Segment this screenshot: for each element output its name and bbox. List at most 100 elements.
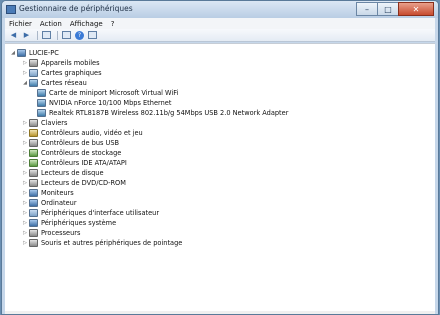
toolbar-separator	[37, 30, 38, 40]
expand-arrow-icon[interactable]: ▷	[21, 180, 29, 186]
tree-item[interactable]: ◢ Cartes réseau	[21, 78, 87, 88]
tree-item[interactable]: ▷ Contrôleurs audio, vidéo et jeu	[21, 128, 143, 138]
expand-arrow-icon[interactable]: ▷	[21, 210, 29, 216]
display-adapter-icon	[29, 69, 38, 77]
tree-item[interactable]: ▷ Périphériques d'interface utilisateur	[21, 208, 159, 218]
tree-item[interactable]: Realtek RTL8187B Wireless 802.11b/g 54Mb…	[37, 108, 288, 118]
scan-hardware-button[interactable]	[87, 30, 98, 40]
expand-arrow-icon[interactable]: ▷	[21, 140, 29, 146]
mouse-icon	[29, 239, 38, 247]
network-adapter-icon	[37, 109, 46, 117]
tree-item-label: Contrôleurs audio, vidéo et jeu	[41, 129, 143, 137]
expand-arrow-icon[interactable]: ▷	[21, 240, 29, 246]
mobile-device-icon	[29, 59, 38, 67]
expand-arrow-icon[interactable]: ▷	[21, 120, 29, 126]
tree-item[interactable]: ▷ Souris et autres périphériques de poin…	[21, 238, 182, 248]
tree-item-label: Appareils mobiles	[41, 59, 100, 67]
tree-root-label: LUCIE-PC	[29, 49, 59, 57]
expand-arrow-icon[interactable]: ▷	[21, 230, 29, 236]
tree-item-label: Cartes graphiques	[41, 69, 102, 77]
hid-icon	[29, 209, 38, 217]
expand-arrow-icon[interactable]: ▷	[21, 60, 29, 66]
tree-item-label: Claviers	[41, 119, 68, 127]
tree-item[interactable]: ▷ Appareils mobiles	[21, 58, 100, 68]
tree-item[interactable]: ▷ Ordinateur	[21, 198, 77, 208]
usb-icon	[29, 139, 38, 147]
tree-item[interactable]: ▷ Processeurs	[21, 228, 80, 238]
show-hide-tree-button[interactable]	[41, 30, 52, 40]
expand-arrow-icon[interactable]: ▷	[21, 150, 29, 156]
storage-icon	[29, 149, 38, 157]
help-button[interactable]: ?	[74, 30, 85, 40]
device-tree-pane[interactable]: ◢ LUCIE-PC ▷ Appareils mobiles ▷ Cartes …	[5, 43, 435, 314]
toolbar: ◀ ▶ ?	[5, 29, 435, 42]
expand-arrow-icon[interactable]: ▷	[21, 200, 29, 206]
close-button[interactable]: ✕	[398, 2, 434, 16]
tree-item[interactable]: ▷ Lecteurs de disque	[21, 168, 104, 178]
expand-arrow-icon[interactable]: ▷	[21, 190, 29, 196]
expand-arrow-icon[interactable]: ▷	[21, 220, 29, 226]
disk-drive-icon	[29, 169, 38, 177]
collapse-arrow-icon[interactable]: ◢	[9, 50, 17, 56]
tree-item[interactable]: ▷ Cartes graphiques	[21, 68, 102, 78]
horizontal-scrollbar[interactable]	[5, 311, 435, 314]
menu-fichier[interactable]: Fichier	[5, 20, 36, 28]
menu-affichage[interactable]: Affichage	[66, 20, 107, 28]
back-arrow-icon: ◀	[10, 31, 17, 39]
computer-icon	[29, 199, 38, 207]
device-manager-window: Gestionnaire de périphériques – □ ✕ Fich…	[1, 0, 439, 315]
menu-action[interactable]: Action	[36, 20, 66, 28]
tree-item[interactable]: ▷ Périphériques système	[21, 218, 116, 228]
tree-item-label: Périphériques système	[41, 219, 117, 227]
tree-item-label: Carte de miniport Microsoft Virtual WiFi	[49, 89, 179, 97]
tree-item-label: Contrôleurs IDE ATA/ATAPI	[41, 159, 127, 167]
tree-item[interactable]: ▷ Contrôleurs de stockage	[21, 148, 121, 158]
tree-item[interactable]: NVIDIA nForce 10/100 Mbps Ethernet	[37, 98, 171, 108]
tree-item-label: Realtek RTL8187B Wireless 802.11b/g 54Mb…	[49, 109, 289, 117]
tree-item-label: Lecteurs de disque	[41, 169, 104, 177]
collapse-arrow-icon[interactable]: ◢	[21, 80, 29, 86]
system-device-icon	[29, 219, 38, 227]
ide-icon	[29, 159, 38, 167]
keyboard-icon	[29, 119, 38, 127]
audio-icon	[29, 129, 38, 137]
properties-button[interactable]	[61, 30, 72, 40]
window-controls: – □ ✕	[356, 2, 434, 16]
tree-item[interactable]: ▷ Claviers	[21, 118, 67, 128]
tree-item-label: Contrôleurs de bus USB	[41, 139, 120, 147]
back-button[interactable]: ◀	[8, 30, 19, 40]
tree-item-label: Périphériques d'interface utilisateur	[41, 209, 160, 217]
network-adapter-icon	[37, 99, 46, 107]
tree-item[interactable]: ▷ Contrôleurs de bus USB	[21, 138, 119, 148]
expand-arrow-icon[interactable]: ▷	[21, 70, 29, 76]
expand-arrow-icon[interactable]: ▷	[21, 160, 29, 166]
tree-item[interactable]: ▷ Contrôleurs IDE ATA/ATAPI	[21, 158, 127, 168]
processor-icon	[29, 229, 38, 237]
expand-arrow-icon[interactable]: ▷	[21, 130, 29, 136]
tree-item[interactable]: ▷ Moniteurs	[21, 188, 74, 198]
menu-bar: Fichier Action Affichage ?	[5, 18, 435, 29]
tree-item[interactable]: Carte de miniport Microsoft Virtual WiFi	[37, 88, 178, 98]
expand-arrow-icon[interactable]: ▷	[21, 170, 29, 176]
monitor-icon	[29, 189, 38, 197]
menu-help[interactable]: ?	[107, 20, 119, 28]
properties-icon	[62, 31, 71, 39]
forward-button[interactable]: ▶	[21, 30, 32, 40]
dvd-icon	[29, 179, 38, 187]
network-adapter-icon	[37, 89, 46, 97]
tree-item[interactable]: ▷ Lecteurs de DVD/CD-ROM	[21, 178, 126, 188]
tree-item-label: Contrôleurs de stockage	[41, 149, 122, 157]
network-adapter-icon	[29, 79, 38, 87]
device-manager-app-icon	[6, 5, 16, 14]
help-icon: ?	[75, 30, 84, 40]
tree-item-label: Lecteurs de DVD/CD-ROM	[41, 179, 126, 187]
tree-item-label: Moniteurs	[41, 189, 74, 197]
maximize-button[interactable]: □	[377, 2, 399, 16]
tree-root[interactable]: ◢ LUCIE-PC	[9, 48, 59, 58]
minimize-button[interactable]: –	[356, 2, 378, 16]
title-bar[interactable]: Gestionnaire de périphériques – □ ✕	[2, 1, 438, 18]
tree-item-label: Souris et autres périphériques de pointa…	[41, 239, 183, 247]
scan-hardware-icon	[88, 31, 97, 39]
tree-item-label: Ordinateur	[41, 199, 77, 207]
toolbar-separator	[57, 30, 58, 40]
